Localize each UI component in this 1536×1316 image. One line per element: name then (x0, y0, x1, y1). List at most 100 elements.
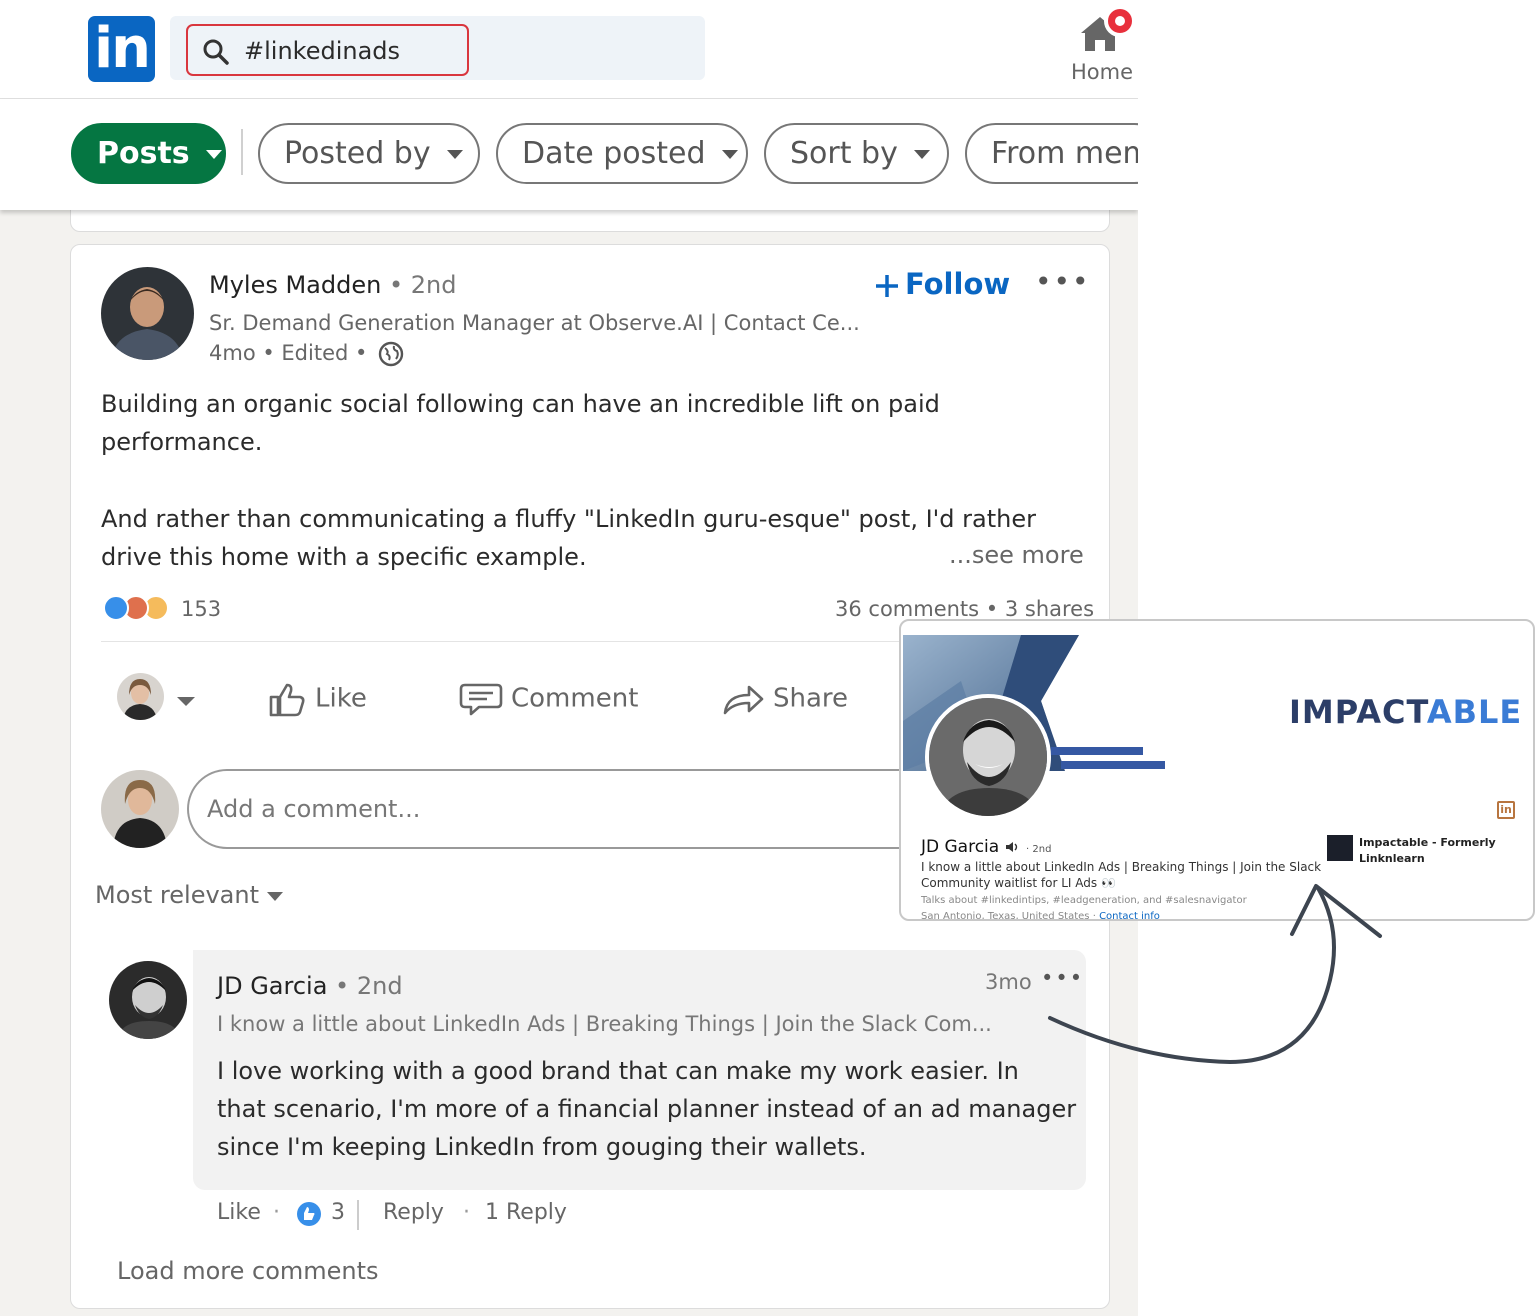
linkedin-logo[interactable]: in (88, 16, 155, 82)
profile-location-line: San Antonio, Texas, United States · Cont… (921, 911, 1160, 921)
comments-shares-count[interactable]: 36 comments • 3 shares (835, 597, 1094, 621)
share-button[interactable]: Share (721, 679, 848, 719)
post-text-line: Building an organic social following can… (101, 390, 940, 418)
comment-more-menu[interactable]: ••• (1041, 966, 1084, 990)
share-label: Share (773, 683, 849, 714)
filter-label: Posted by (284, 136, 431, 171)
thumbs-up-icon (269, 683, 305, 717)
comment-like-count[interactable]: 3 (331, 1200, 345, 1225)
profile-card-popup: IMPACTABLE in JD Garcia · 2nd I know a l… (899, 619, 1535, 921)
add-comment-input[interactable]: Add a comment... (187, 769, 947, 849)
viewer-photo (101, 770, 179, 848)
commenter-headline: I know a little about LinkedIn Ads | Bre… (217, 1012, 992, 1036)
profile-headline-line: I know a little about LinkedIn Ads | Bre… (921, 860, 1322, 874)
chevron-down-icon[interactable] (177, 697, 195, 706)
separator-dot: · (273, 1200, 280, 1225)
plus-icon (876, 275, 898, 297)
comment-text-line: since I'm keeping LinkedIn from gouging … (217, 1133, 867, 1161)
nav-home-label[interactable]: Home (1071, 60, 1133, 84)
chevron-down-icon (267, 891, 284, 901)
follow-label: Follow (905, 267, 1011, 301)
comment-sort-label: Most relevant (95, 881, 260, 909)
filter-label: Sort by (790, 136, 898, 171)
comment-sort-dropdown[interactable]: Most relevant (95, 881, 284, 909)
separator (357, 1200, 359, 1230)
profile-name: JD Garcia (921, 837, 1000, 857)
filter-posted-by[interactable]: Posted by (258, 123, 480, 184)
company-name-line: Linknlearn (1359, 852, 1425, 865)
separator-dot: · (463, 1200, 470, 1225)
company-name-line: Impactable - Formerly (1359, 836, 1496, 849)
comment-reply-button[interactable]: Reply (383, 1200, 444, 1225)
company-banner-logo: IMPACTABLE (1289, 693, 1522, 731)
filter-sort-by[interactable]: Sort by (764, 123, 949, 184)
linkedin-icon[interactable]: in (1497, 801, 1515, 819)
comment-text-line: that scenario, I'm more of a financial p… (217, 1095, 1077, 1123)
like-reaction-icon (297, 1202, 321, 1226)
current-company[interactable]: Impactable - Formerly Linknlearn (1359, 835, 1496, 867)
chevron-down-icon (446, 150, 463, 159)
profile-location: San Antonio, Texas, United States · (921, 911, 1096, 921)
chevron-down-icon (913, 150, 930, 159)
author-name[interactable]: Myles Madden (209, 271, 381, 299)
reply-count[interactable]: 1 Reply (485, 1200, 567, 1225)
search-query: #linkedinads (244, 37, 401, 65)
author-headline: Sr. Demand Generation Manager at Observe… (209, 311, 860, 335)
filter-posts[interactable]: Posts (71, 123, 226, 184)
company-logo[interactable] (1327, 835, 1353, 861)
filter-label: Date posted (522, 136, 706, 171)
notification-badge (1104, 5, 1136, 37)
contact-info-link[interactable]: Contact info (1099, 911, 1160, 919)
viewer-avatar[interactable] (101, 770, 179, 848)
comment-like-button[interactable]: Like (217, 1200, 261, 1225)
comment-bubble: JD Garcia • 2nd I know a little about Li… (193, 950, 1086, 1190)
chevron-down-icon (205, 150, 222, 159)
post-more-menu[interactable]: ••• (1035, 265, 1091, 298)
reaction-count[interactable]: 153 (181, 597, 221, 621)
author-name-line[interactable]: Myles Madden • 2nd (209, 271, 456, 299)
actor-avatar[interactable] (117, 673, 164, 720)
connection-degree: • 2nd (388, 271, 457, 299)
author-photo (101, 267, 194, 360)
filter-label: From mem (991, 136, 1138, 171)
post-text-line: And rather than communicating a fluffy "… (101, 505, 1036, 533)
connection-degree: • 2nd (335, 972, 403, 1000)
like-reaction-icon (103, 595, 129, 621)
profile-degree: · 2nd (1026, 844, 1052, 855)
profile-photo[interactable] (925, 694, 1051, 820)
comment-label: Comment (511, 683, 639, 714)
search-input[interactable]: #linkedinads (186, 24, 469, 76)
globe-icon (378, 341, 404, 367)
speaker-icon[interactable] (1005, 841, 1021, 853)
profile-headline: I know a little about LinkedIn Ads | Bre… (921, 859, 1321, 891)
comment-button[interactable]: Comment (459, 679, 638, 719)
actor-photo (117, 673, 164, 720)
profile-face (929, 698, 1047, 816)
top-nav-bar: in #linkedinads Home (0, 0, 1138, 99)
share-arrow-icon (723, 685, 764, 715)
filter-divider (241, 129, 243, 175)
like-button[interactable]: Like (267, 679, 367, 719)
banner-logo-text: IMPACT (1289, 693, 1427, 731)
commenter-name[interactable]: JD Garcia (217, 972, 327, 1000)
filter-label: Posts (97, 136, 190, 171)
profile-headline-line: Community waitlist for LI Ads 👀 (921, 876, 1116, 890)
load-more-comments[interactable]: Load more comments (117, 1257, 379, 1285)
chevron-down-icon (721, 150, 738, 159)
filter-from-members[interactable]: From mem (965, 123, 1138, 184)
comment-icon (459, 683, 503, 716)
search-filter-bar: Posts Posted by Date posted Sort by From… (0, 99, 1138, 210)
commenter-avatar[interactable] (109, 961, 187, 1039)
profile-name-line: JD Garcia · 2nd (921, 837, 1051, 857)
filter-date-posted[interactable]: Date posted (496, 123, 748, 184)
post-text-line: drive this home with a specific example. (101, 543, 587, 571)
comment-text-line: I love working with a good brand that ca… (217, 1057, 1019, 1085)
banner-logo-accent: ABLE (1426, 693, 1523, 731)
follow-button[interactable]: Follow (875, 267, 1010, 301)
post-text-line: performance. (101, 428, 263, 456)
post-time: 4mo • Edited • (209, 341, 368, 365)
like-label: Like (315, 683, 367, 714)
commenter-name-line[interactable]: JD Garcia • 2nd (217, 972, 403, 1000)
see-more-link[interactable]: ...see more (949, 541, 1084, 569)
author-avatar[interactable] (101, 267, 194, 360)
